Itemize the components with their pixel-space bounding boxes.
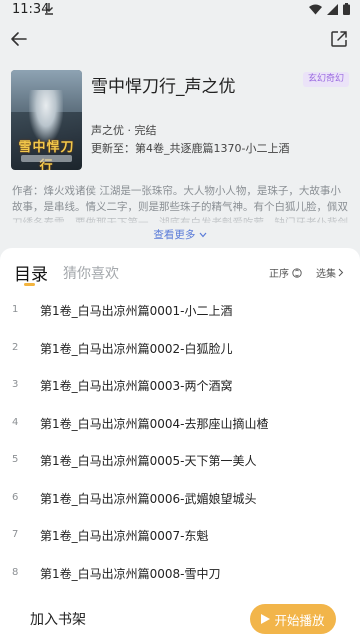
tab-guess-you-like[interactable]: 猜你喜欢 (63, 263, 119, 283)
chapter-title: 第1卷_白马出凉州篇0002-白狐脸儿 (40, 341, 233, 356)
chapter-title: 第1卷_白马出凉州篇0006-武媚娘望城头 (40, 491, 257, 506)
chapter-number: 5 (12, 454, 19, 465)
intro-fade (0, 210, 360, 228)
chapter-item[interactable]: 6 第1卷_白马出凉州篇0006-武媚娘望城头 (0, 480, 360, 518)
chapter-number: 8 (12, 566, 19, 578)
chapter-title: 第1卷_白马出凉州篇0007-东魁 (40, 529, 209, 543)
chapter-item[interactable]: 7 第1卷_白马出凉州篇0007-东魁 (0, 517, 360, 555)
see-more-button[interactable]: 查看更多 (0, 227, 360, 242)
chapter-item[interactable]: 2 第1卷_白马出凉州篇0002-白狐脸儿 (0, 330, 360, 368)
chapter-title: 第1卷_白马出凉州篇0008-雪中刀 (40, 566, 221, 581)
chapter-number: 2 (12, 341, 19, 353)
back-arrow-icon[interactable] (8, 28, 30, 50)
chapter-number: 4 (12, 416, 19, 428)
cover-subtitle-bar (21, 155, 72, 162)
chapter-item[interactable]: 4 第1卷_白马出凉州篇0004-去那座山摘山楂 (0, 405, 360, 443)
add-to-shelf-button[interactable]: 加入书架 (30, 609, 86, 629)
chapter-item[interactable]: 5 第1卷_白马出凉州篇0005-天下第一美人 (0, 442, 360, 480)
chevron-down-icon (199, 232, 207, 238)
cover-title: 雪中悍刀行 (18, 140, 75, 170)
chapter-title: 第1卷_白马出凉州篇0005-天下第一美人 (40, 454, 257, 468)
update-info: 更新至：第4卷_共逐鹿篇1370-小二上酒 (91, 142, 290, 155)
sort-icon (292, 267, 302, 278)
play-icon (261, 614, 271, 624)
signal-icon (327, 3, 338, 15)
play-label: 开始播放 (274, 612, 325, 628)
see-more-label: 查看更多 (153, 229, 196, 241)
status-bar: 11:34 (0, 0, 360, 20)
sort-order-button[interactable]: 正序 (269, 265, 302, 280)
tab-indicator (24, 283, 35, 286)
cover-figure (29, 90, 63, 142)
chapter-panel: 目录 猜你喜欢 正序 选集 1 第1卷_白马出凉州篇0001-小二上酒 2 第1… (0, 248, 360, 592)
genre-tag[interactable]: 玄幻奇幻 (302, 72, 349, 87)
chapter-number: 7 (12, 529, 19, 540)
bottom-action-bar: 加入书架 开始播放 (0, 592, 360, 640)
tab-catalog[interactable]: 目录 (14, 260, 48, 285)
book-title: 雪中悍刀行_声之优 (91, 77, 236, 97)
sort-label: 正序 (269, 269, 289, 280)
chapter-item[interactable]: 3 第1卷_白马出凉州篇0003-两个酒窝 (0, 367, 360, 405)
book-header: 雪中悍刀行 雪中悍刀行_声之优 玄幻奇幻 声之优 · 完结 更新至：第4卷_共逐… (0, 20, 360, 260)
wifi-icon (309, 4, 322, 14)
download-icon (45, 3, 53, 15)
chapter-title: 第1卷_白马出凉州篇0003-两个酒窝 (40, 379, 233, 393)
author-status: 声之优 · 完结 (91, 124, 157, 137)
chapter-number: 6 (12, 491, 19, 503)
chapter-item[interactable]: 8 第1卷_白马出凉州篇0008-雪中刀 (0, 555, 360, 593)
chapter-title: 第1卷_白马出凉州篇0004-去那座山摘山楂 (40, 416, 269, 431)
book-cover[interactable]: 雪中悍刀行 (11, 70, 82, 170)
select-episodes-button[interactable]: 选集 (316, 265, 344, 280)
chapter-title: 第1卷_白马出凉州篇0001-小二上酒 (40, 304, 233, 318)
chapter-item[interactable]: 1 第1卷_白马出凉州篇0001-小二上酒 (0, 292, 360, 330)
chapter-number: 3 (12, 379, 19, 390)
share-icon[interactable] (329, 29, 349, 49)
chapter-list: 1 第1卷_白马出凉州篇0001-小二上酒 2 第1卷_白马出凉州篇0002-白… (0, 292, 360, 592)
battery-icon (343, 3, 350, 15)
select-label: 选集 (316, 269, 336, 280)
start-playing-button[interactable]: 开始播放 (250, 604, 336, 634)
status-icons (309, 3, 350, 15)
chevron-right-icon (338, 268, 344, 277)
chapter-number: 1 (12, 304, 19, 315)
